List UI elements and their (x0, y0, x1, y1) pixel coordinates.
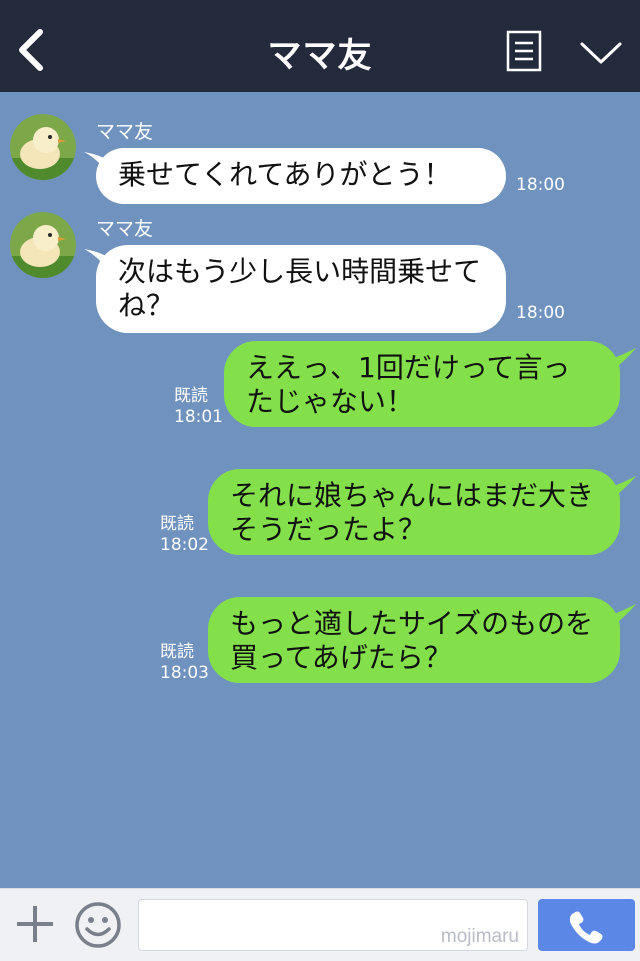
message-text: 次はもう少し長い時間乗せてね？ (118, 255, 482, 322)
message-time: 18:01 (174, 407, 223, 427)
message-meta: 既読 18:03 (160, 642, 209, 684)
menu-button[interactable] (578, 38, 624, 68)
notes-button[interactable] (506, 30, 542, 72)
message-bubble-outgoing[interactable]: もっと適したサイズのものを買ってあげたら？ (208, 597, 620, 683)
message-text: 乗せてくれてありがとう！ (118, 158, 452, 191)
message-bubble-incoming[interactable]: 次はもう少し長い時間乗せてね？ (96, 245, 506, 333)
chick-avatar-icon (10, 114, 76, 180)
bubble-tail (608, 476, 636, 502)
watermark-text: mojimaru (440, 926, 519, 947)
sender-name: ママ友 (96, 121, 154, 143)
chat-header: ママ友 (0, 0, 640, 92)
message-bubble-outgoing[interactable]: ええっ、1回だけって言ったじゃない！ (224, 341, 620, 427)
avatar[interactable] (10, 212, 76, 278)
composer-bar: mojimaru (0, 888, 640, 961)
message-time: 18:00 (516, 303, 565, 323)
add-button[interactable] (14, 903, 56, 945)
message-bubble-outgoing[interactable]: それに娘ちゃんにはまだ大きそうだったよ？ (208, 469, 620, 555)
message-meta: 既読 18:01 (174, 386, 223, 428)
smiley-icon (75, 902, 121, 948)
notes-icon (506, 30, 542, 72)
message-text: ええっ、1回だけって言ったじゃない！ (246, 351, 571, 418)
message-text: それに娘ちゃんにはまだ大きそうだったよ？ (230, 479, 595, 546)
chick-avatar-icon (10, 212, 76, 278)
chat-title: ママ友 (267, 36, 373, 76)
message-text: もっと適したサイズのものを買ってあげたら？ (230, 607, 594, 674)
message-bubble-incoming[interactable]: 乗せてくれてありがとう！ (96, 148, 506, 204)
read-receipt: 既読 (174, 386, 208, 406)
phone-icon (569, 911, 603, 944)
chevron-down-icon (580, 42, 622, 64)
bubble-tail (608, 348, 636, 374)
emoji-button[interactable] (74, 901, 122, 949)
bubble-tail (608, 604, 636, 630)
message-input[interactable]: mojimaru (138, 899, 528, 951)
message-time: 18:02 (160, 535, 209, 555)
avatar[interactable] (10, 114, 76, 180)
call-button[interactable] (538, 899, 635, 951)
read-receipt: 既読 (160, 642, 194, 662)
read-receipt: 既読 (160, 514, 194, 534)
message-time: 18:03 (160, 663, 209, 683)
sender-name: ママ友 (96, 218, 154, 240)
plus-icon (17, 906, 53, 942)
message-time: 18:00 (516, 175, 565, 195)
message-meta: 既読 18:02 (160, 514, 209, 556)
